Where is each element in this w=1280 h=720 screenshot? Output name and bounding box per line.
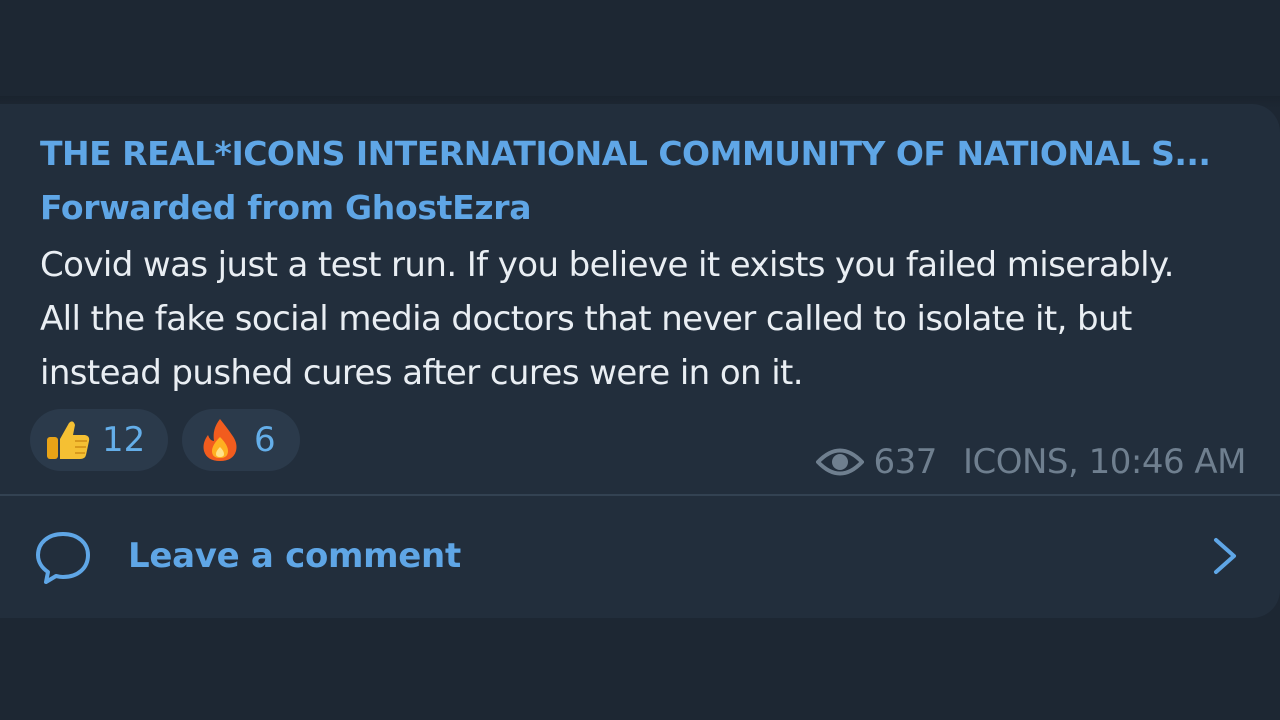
reaction-count: 6	[254, 420, 276, 460]
message-meta: 637 ICONS, 10:46 AM	[815, 438, 1247, 486]
thumbs-up-icon	[44, 416, 92, 464]
chevron-right-icon	[1208, 536, 1242, 576]
leave-comment-label: Leave a comment	[128, 536, 461, 576]
view-count: 637	[873, 442, 938, 482]
reaction-count: 12	[102, 420, 146, 460]
eye-icon	[815, 438, 864, 486]
forwarded-from[interactable]: Forwarded from GhostEzra	[40, 186, 532, 230]
speech-bubble-icon	[34, 530, 92, 586]
reaction-fire[interactable]: 6	[182, 409, 300, 471]
message-text: Covid was just a test run. If you believ…	[40, 238, 1250, 400]
message-line: All the fake social media doctors that n…	[40, 299, 1132, 339]
message-line: Covid was just a test run. If you believ…	[40, 245, 1174, 285]
leave-comment-button[interactable]: Leave a comment	[0, 496, 1280, 618]
channel-name[interactable]: THE REAL*ICONS INTERNATIONAL COMMUNITY O…	[40, 132, 1250, 176]
message-line: instead pushed cures after cures were in…	[40, 353, 804, 393]
reaction-thumbs-up[interactable]: 12	[30, 409, 168, 471]
fire-icon	[196, 416, 244, 464]
author-time: ICONS, 10:46 AM	[962, 442, 1247, 482]
chat-view: THE REAL*ICONS INTERNATIONAL COMMUNITY O…	[0, 0, 1280, 720]
